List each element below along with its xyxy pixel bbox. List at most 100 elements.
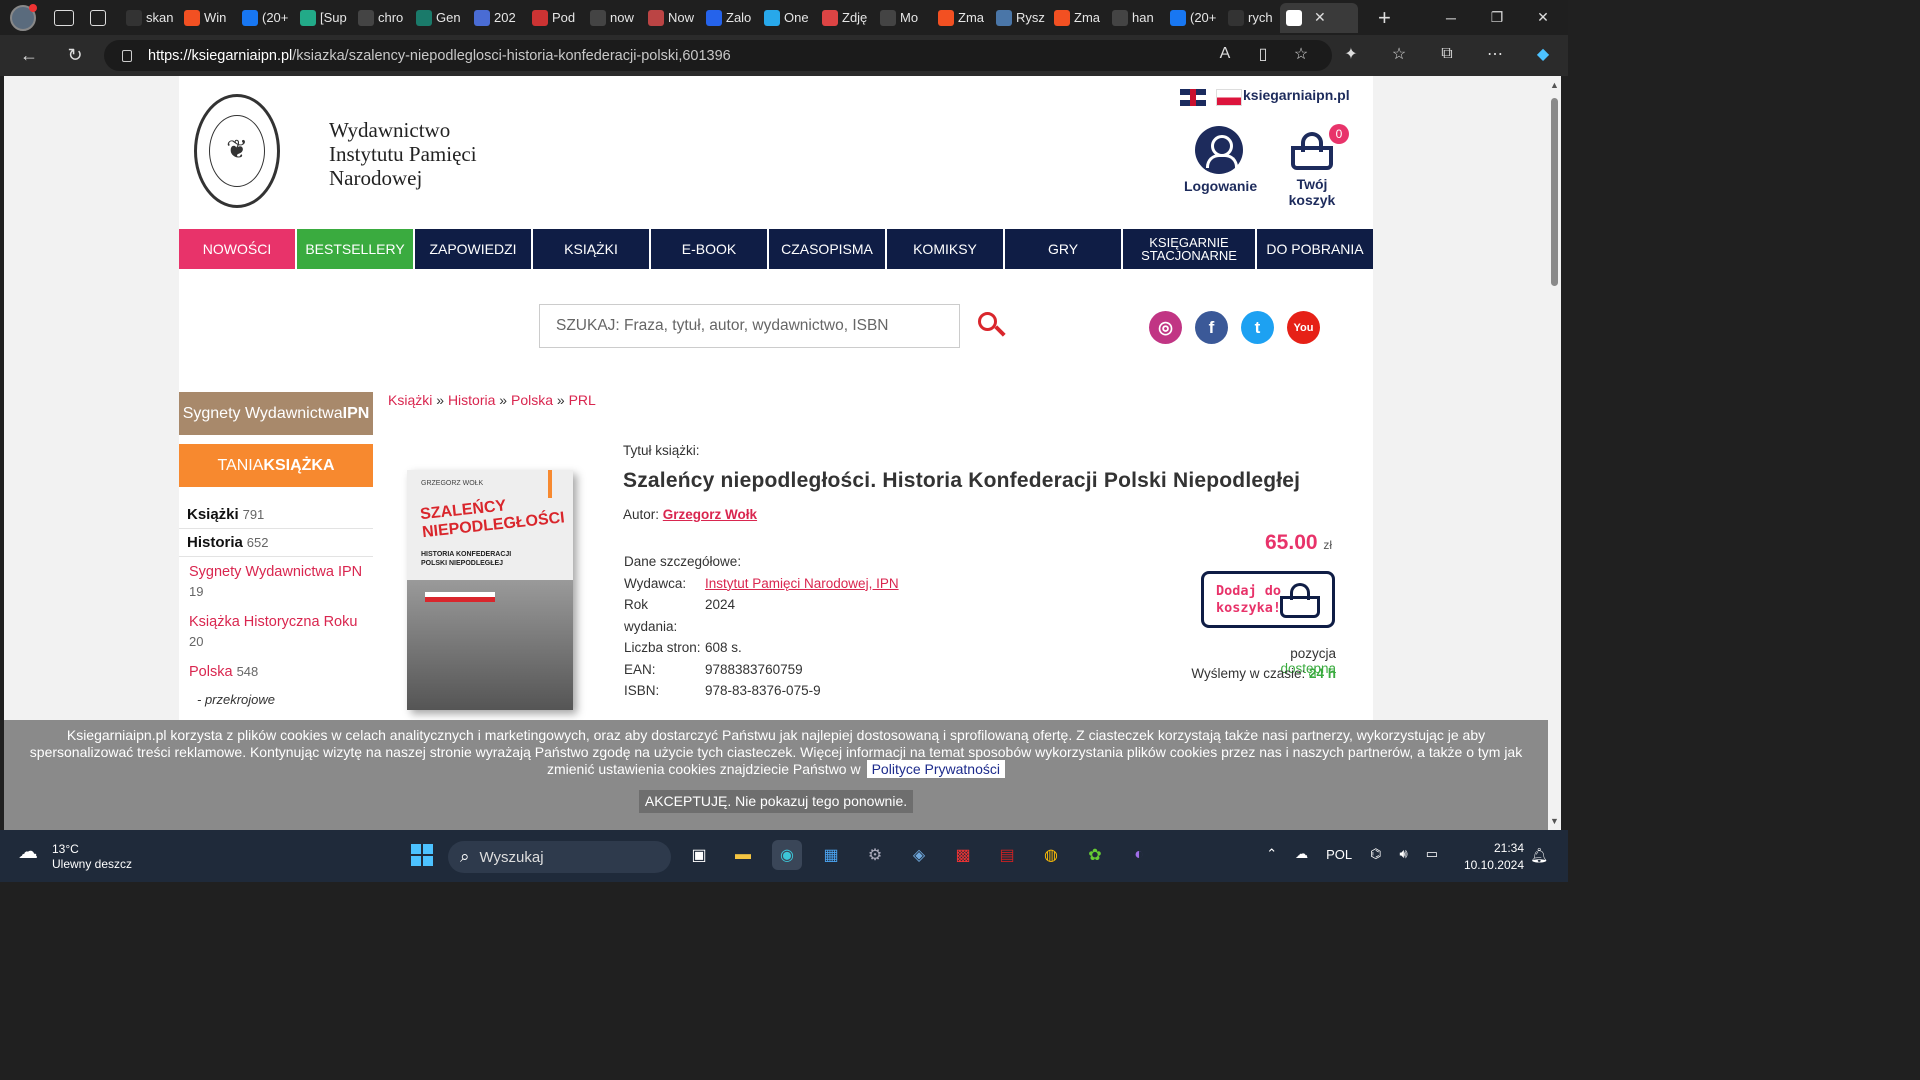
store-icon[interactable]: ▦ <box>816 840 846 870</box>
language-indicator[interactable]: POL <box>1326 847 1352 862</box>
workspaces-icon[interactable] <box>54 9 74 26</box>
browser-tab[interactable]: skan <box>120 3 178 33</box>
search-input[interactable]: SZUKAJ: Fraza, tytuł, autor, wydawnictwo… <box>539 304 960 348</box>
browser-tab[interactable]: (20+ <box>236 3 294 33</box>
sidebar-category[interactable]: Książki 791 <box>179 501 373 529</box>
menu-item[interactable]: ZAPOWIEDZI <box>415 229 533 269</box>
start-button[interactable] <box>411 844 433 866</box>
menu-item[interactable]: CZASOPISMA <box>769 229 887 269</box>
browser-tab[interactable]: Now <box>642 3 700 33</box>
menu-item[interactable]: KSIĘGARNIE STACJONARNE <box>1123 229 1257 269</box>
github-desktop-icon[interactable]: ◐ <box>1124 840 1154 870</box>
chrome-icon[interactable]: ◍ <box>1036 840 1066 870</box>
task-view-icon[interactable]: ▣ <box>684 840 714 870</box>
chevron-up-icon[interactable]: ⌃ <box>1266 846 1277 862</box>
browser-tab[interactable]: [Sup <box>294 3 352 33</box>
screenshot-tool-icon[interactable]: ▩ <box>948 840 978 870</box>
onedrive-icon[interactable]: ☁ <box>1295 846 1308 862</box>
browser-tab[interactable]: Gen <box>410 3 468 33</box>
privacy-policy-link[interactable]: Polityce Prywatności <box>866 760 1005 778</box>
cookie-accept-button[interactable]: AKCEPTUJĘ. Nie pokazuj tego ponownie. <box>638 790 914 813</box>
volume-icon[interactable]: 🔊︎ <box>1400 846 1408 862</box>
login-button[interactable]: Logowanie <box>1184 126 1257 194</box>
notification-bell-icon[interactable]: 🔔︎ <box>1530 847 1548 864</box>
url-field[interactable]: https://ksiegarniaipn.pl/ksiazka/szalenc… <box>104 40 1332 71</box>
new-tab-button[interactable]: + <box>1378 5 1391 31</box>
menu-item[interactable]: GRY <box>1005 229 1123 269</box>
save-app-icon[interactable]: ▤ <box>992 840 1022 870</box>
weather-widget[interactable]: ☁ 13°C Ulewny deszcz <box>18 842 132 872</box>
browser-tab[interactable]: Zma <box>932 3 990 33</box>
youtube-icon[interactable]: You <box>1287 311 1320 344</box>
publisher-link[interactable]: Instytut Pamięci Narodowej, IPN <box>705 573 899 595</box>
scroll-up-arrow-icon[interactable]: ▲ <box>1550 80 1559 90</box>
scroll-down-arrow-icon[interactable]: ▼ <box>1550 816 1559 826</box>
tania-ksiazka-button[interactable]: TANIA KSIĄŻKA <box>179 444 373 487</box>
refresh-button[interactable]: ↻ <box>60 41 90 71</box>
book-cover-image[interactable]: GRZEGORZ WOŁK SZALEŃCY NIEPODLEGŁOŚCI HI… <box>391 464 601 712</box>
menu-item[interactable]: E-BOOK <box>651 229 769 269</box>
browser-tab-active[interactable]: IPN✕ <box>1280 2 1358 33</box>
green-app-icon[interactable]: ✿ <box>1080 840 1110 870</box>
browser-tab[interactable]: now <box>584 3 642 33</box>
sygnety-button[interactable]: Sygnety Wydawnictwa IPN <box>179 392 373 435</box>
breadcrumb-link[interactable]: Historia <box>448 392 495 408</box>
browser-tab[interactable]: 202 <box>468 3 526 33</box>
favorites-icon[interactable]: ☆ <box>1386 41 1412 67</box>
browser-tab[interactable]: One <box>758 3 816 33</box>
virtualbox-icon[interactable]: ◈ <box>904 840 934 870</box>
close-tab-icon[interactable]: ✕ <box>1314 9 1326 26</box>
browser-tab[interactable]: Zdję <box>816 3 874 33</box>
twitter-icon[interactable]: t <box>1241 311 1274 344</box>
reader-view-icon[interactable]: ▯ <box>1250 41 1276 67</box>
browser-tab[interactable]: (20+ <box>1164 3 1222 33</box>
instagram-icon[interactable]: ◎ <box>1149 311 1182 344</box>
profile-avatar[interactable] <box>10 3 37 31</box>
minimize-button[interactable]: ─ <box>1428 0 1474 35</box>
breadcrumb-link[interactable]: Polska <box>511 392 553 408</box>
add-to-cart-button[interactable]: Dodaj do koszyka! <box>1201 571 1335 628</box>
breadcrumb-link[interactable]: Książki <box>388 392 432 408</box>
menu-item[interactable]: BESTSELLERY <box>297 229 415 269</box>
polish-flag-icon[interactable] <box>1216 89 1242 106</box>
sidebar-category[interactable]: Historia 652 <box>179 529 373 557</box>
close-window-button[interactable]: ✕ <box>1520 0 1566 35</box>
sidebar-category[interactable]: Książka Historyczna Roku 20 <box>179 607 373 657</box>
menu-item[interactable]: DO POBRANIA <box>1257 229 1373 269</box>
search-button[interactable] <box>976 310 1006 340</box>
menu-item[interactable]: KOMIKSY <box>887 229 1005 269</box>
scroll-thumb[interactable] <box>1551 98 1558 286</box>
back-button[interactable]: ← <box>14 41 44 71</box>
sidebar-category[interactable]: Polska 548 <box>179 657 373 687</box>
cart-button[interactable]: 0 Twój koszyk <box>1272 124 1352 208</box>
file-explorer-icon[interactable]: ▬ <box>728 840 758 870</box>
more-menu-icon[interactable]: ⋯ <box>1482 41 1508 67</box>
browser-tab[interactable]: Win <box>178 3 236 33</box>
browser-tab[interactable]: Pod <box>526 3 584 33</box>
facebook-icon[interactable]: f <box>1195 311 1228 344</box>
menu-item[interactable]: KSIĄŻKI <box>533 229 651 269</box>
maximize-button[interactable]: ❐ <box>1474 0 1520 35</box>
favorite-star-icon[interactable]: ☆ <box>1288 41 1314 67</box>
collections-icon[interactable]: ⧉ <box>1434 41 1460 67</box>
ipn-logo-icon[interactable]: ❦ <box>194 94 280 208</box>
browser-tab[interactable]: Zalo <box>700 3 758 33</box>
tab-actions-icon[interactable] <box>90 9 106 26</box>
browser-tab[interactable]: rych <box>1222 3 1280 33</box>
browser-tab[interactable]: Zma <box>1048 3 1106 33</box>
english-flag-icon[interactable] <box>1180 89 1206 106</box>
clock[interactable]: 21:34 10.10.2024 <box>1464 840 1524 874</box>
publisher-name[interactable]: Wydawnictwo Instytutu Pamięci Narodowej <box>329 118 477 190</box>
browser-tab[interactable]: Rysz <box>990 3 1048 33</box>
extensions-icon[interactable]: ✦ <box>1338 41 1364 67</box>
author-link[interactable]: Grzegorz Wołk <box>663 507 757 522</box>
sidebar-category[interactable]: Sygnety Wydawnictwa IPN 19 <box>179 557 373 607</box>
breadcrumb-link[interactable]: PRL <box>569 392 596 408</box>
menu-item[interactable]: NOWOŚCI <box>179 229 297 269</box>
settings-icon[interactable]: ⚙ <box>860 840 890 870</box>
sidebar-category[interactable]: - przekrojowe <box>179 687 373 712</box>
edge-icon[interactable]: ◉ <box>772 840 802 870</box>
battery-icon[interactable]: ▭ <box>1426 846 1438 862</box>
site-domain[interactable]: ksiegarniaipn.pl <box>1243 87 1350 103</box>
browser-tab[interactable]: chro <box>352 3 410 33</box>
